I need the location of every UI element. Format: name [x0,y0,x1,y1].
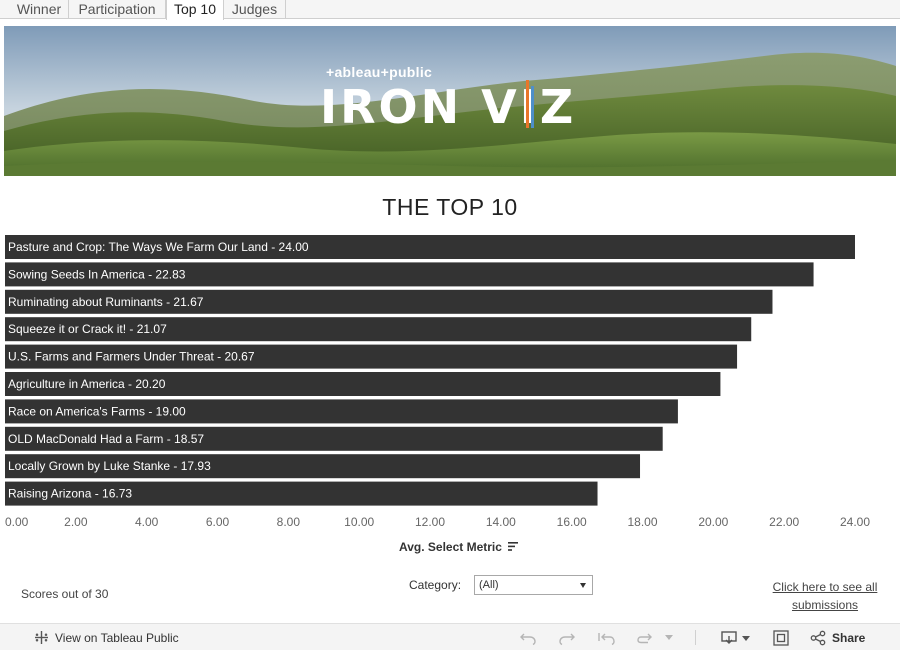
x-tick-label: 14.00 [486,515,516,529]
chart-title: THE TOP 10 [382,194,518,220]
x-tick-label: 10.00 [344,515,374,529]
tab-winner[interactable]: Winner [10,0,69,19]
toolbar-divider [695,630,696,645]
top-10-bar-chart: Pasture and Crop: The Ways We Farm Our L… [5,235,870,529]
download-icon[interactable] [721,624,751,650]
x-tick-label: 12.00 [415,515,445,529]
x-tick-label: 2.00 [64,515,88,529]
bar-label-9: Locally Grown by Luke Stanke - 17.93 [8,459,211,473]
x-tick-label: 8.00 [277,515,301,529]
x-tick-label: 0.00 [5,515,29,529]
category-filter-value: (All) [479,579,499,591]
scores-note: Scores out of 30 [21,587,109,601]
iron-viz-accent-bars [526,80,540,128]
bar-label-1: Pasture and Crop: The Ways We Farm Our L… [8,240,309,254]
chevron-down-icon [580,583,586,588]
bar-label-5: U.S. Farms and Farmers Under Threat - 20… [8,350,255,364]
tableau-public-brand: +ableau+public [326,64,433,80]
refresh-dropdown-icon[interactable] [665,624,673,650]
iron-viz-banner: +ableau+public IRON VIZ [4,26,896,176]
undo-icon[interactable] [519,624,537,650]
bar-label-6: Agriculture in America - 20.20 [8,377,166,391]
share-button[interactable]: Share [832,624,865,650]
bar-label-4: Squeeze it or Crack it! - 21.07 [8,322,167,336]
x-tick-label: 20.00 [698,515,728,529]
tableau-logo-icon[interactable] [33,624,50,650]
category-filter-dropdown[interactable]: (All) [474,575,593,595]
bar-label-3: Ruminating about Ruminants - 21.67 [8,295,204,309]
refresh-icon[interactable] [636,624,654,650]
bar-label-10: Raising Arizona - 16.73 [8,487,132,501]
viz-toolbar: View on Tableau Public Share [0,623,900,650]
bar-label-7: Race on America's Farms - 19.00 [8,404,186,418]
redo-icon[interactable] [558,624,576,650]
fullscreen-icon[interactable] [773,624,789,650]
x-tick-label: 4.00 [135,515,159,529]
x-tick-label: 6.00 [206,515,230,529]
see-all-submissions-link[interactable]: Click here to see all submissions [760,578,890,614]
x-axis-label: Avg. Select Metric [399,540,502,554]
sort-icon[interactable] [507,541,519,553]
x-tick-label: 16.00 [557,515,587,529]
share-icon[interactable] [810,624,826,650]
tab-top-10[interactable]: Top 10 [166,0,224,20]
view-on-tableau-public-link[interactable]: View on Tableau Public [55,624,179,650]
revert-icon[interactable] [597,624,616,650]
bar-label-8: OLD MacDonald Had a Farm - 18.57 [8,432,204,446]
x-tick-label: 18.00 [627,515,657,529]
bar-label-2: Sowing Seeds In America - 22.83 [8,267,186,281]
x-tick-label: 22.00 [769,515,799,529]
tab-participation[interactable]: Participation [69,0,166,19]
dashboard-tab-bar: Winner Participation Top 10 Judges [0,0,900,20]
tab-judges[interactable]: Judges [224,0,286,19]
category-filter-label: Category: [409,578,462,592]
x-tick-label: 24.00 [840,515,870,529]
